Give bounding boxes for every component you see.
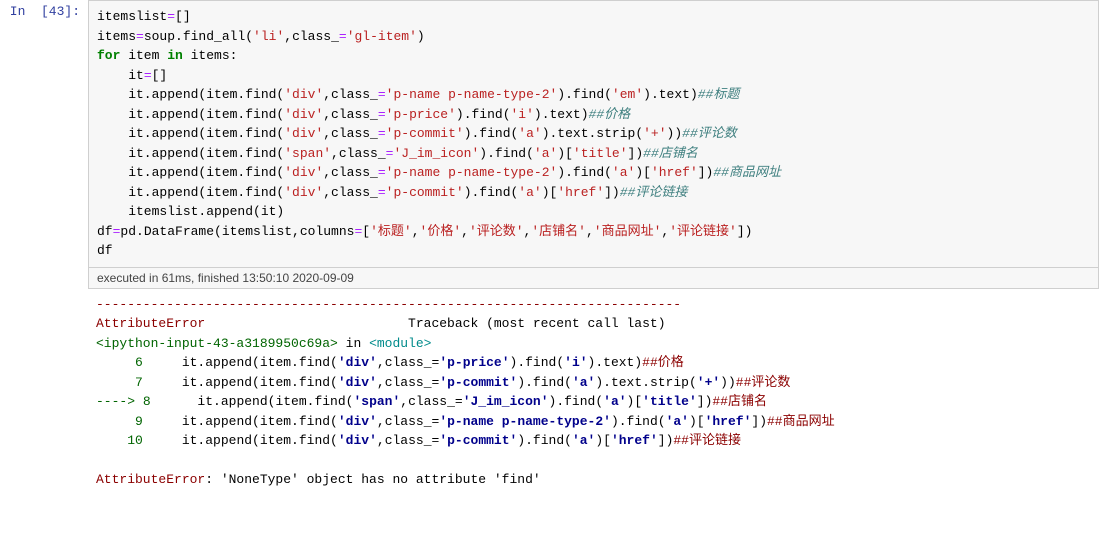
input-prompt: In [43]: bbox=[0, 0, 88, 268]
execution-info: executed in 61ms, finished 13:50:10 2020… bbox=[88, 268, 1099, 289]
code-cell: In [43]: itemslist=[] items=soup.find_al… bbox=[0, 0, 1099, 268]
traceback-output: ----------------------------------------… bbox=[88, 289, 1099, 496]
code-input[interactable]: itemslist=[] items=soup.find_all('li',cl… bbox=[88, 0, 1099, 268]
output-cell: ----------------------------------------… bbox=[0, 289, 1099, 496]
spacer bbox=[0, 289, 88, 496]
spacer bbox=[0, 268, 88, 289]
exec-info-row: executed in 61ms, finished 13:50:10 2020… bbox=[0, 268, 1099, 289]
